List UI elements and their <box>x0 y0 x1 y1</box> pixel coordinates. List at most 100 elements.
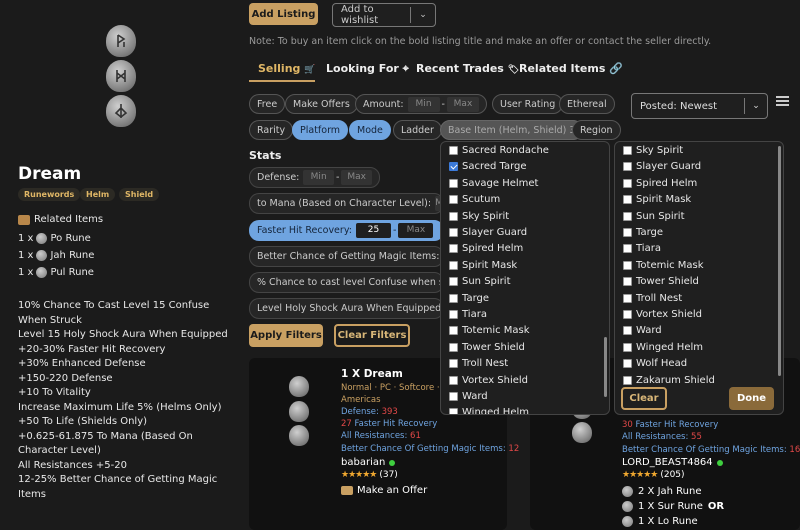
stat-filter-holy-shock[interactable]: Level Holy Shock Aura When Equipped: Min <box>249 298 444 319</box>
base-item-option[interactable]: Scutum <box>449 194 500 205</box>
rune-name[interactable]: Po Rune <box>50 233 90 244</box>
base-item-option[interactable]: Tower Shield <box>623 276 699 287</box>
base-item-option[interactable]: Troll Nest <box>449 358 508 369</box>
checkbox[interactable] <box>623 260 632 270</box>
base-item-option[interactable]: Slayer Guard <box>449 227 527 238</box>
stat-filter-mana[interactable]: to Mana (Based on Character Level): Min <box>249 193 444 214</box>
filter-base-item[interactable]: Base Item (Helm, Shield) 3 <box>440 120 584 140</box>
list-view-icon[interactable] <box>776 96 789 108</box>
filter-amount[interactable]: Amount: Min - Max <box>355 94 487 114</box>
checkbox[interactable] <box>449 260 458 270</box>
base-item-option[interactable]: Totemic Mask <box>449 325 530 336</box>
filter-rarity[interactable]: Rarity <box>249 120 294 140</box>
scrollbar[interactable] <box>604 337 607 397</box>
checkbox[interactable] <box>449 195 458 205</box>
checkbox[interactable] <box>623 211 632 221</box>
dropdown-clear-button[interactable]: Clear <box>621 387 667 410</box>
base-item-option[interactable]: Sacred Rondache <box>449 145 549 156</box>
base-item-option[interactable]: Winged Helm <box>623 342 703 353</box>
base-item-option[interactable]: Savage Helmet <box>449 178 538 189</box>
seller-name[interactable]: LORD_BEAST4864 <box>622 457 713 468</box>
checkbox[interactable] <box>623 293 632 303</box>
checkbox[interactable] <box>449 326 458 336</box>
checkbox[interactable] <box>623 195 632 205</box>
tab-selling[interactable]: Selling 🛒 <box>258 62 315 75</box>
base-item-option[interactable]: Totemic Mask <box>623 260 704 271</box>
checkbox[interactable] <box>449 392 458 401</box>
checkbox[interactable] <box>449 277 458 287</box>
base-item-option[interactable]: Spired Helm <box>623 178 697 189</box>
base-item-dropdown-panel[interactable]: Sky Spirit Slayer Guard Spired Helm Spirit … <box>614 141 784 415</box>
checkbox[interactable] <box>449 244 458 254</box>
checkbox[interactable] <box>623 375 632 385</box>
base-item-option[interactable]: Winged Helm <box>449 407 529 414</box>
base-item-option[interactable]: Spirit Mask <box>623 194 691 205</box>
checkbox[interactable] <box>449 211 458 221</box>
base-item-option[interactable]: Vortex Shield <box>449 375 528 386</box>
base-item-option[interactable]: Wolf Head <box>623 358 687 369</box>
related-rune-item[interactable]: 1 x Po Rune <box>18 233 91 244</box>
base-item-option[interactable]: Spirit Mask <box>449 260 517 271</box>
stat-min-input[interactable]: Min <box>303 170 334 185</box>
filter-mode[interactable]: Mode <box>349 120 391 140</box>
scrollbar[interactable] <box>778 146 781 376</box>
make-offer-button[interactable]: Make an Offer <box>341 485 427 496</box>
amount-min-input[interactable]: Min <box>407 96 440 112</box>
filter-user-rating[interactable]: User Rating <box>492 94 564 114</box>
stat-filter-magic-find[interactable]: Better Chance of Getting Magic Items: Mi… <box>249 246 444 267</box>
checkbox[interactable] <box>623 310 632 319</box>
base-item-option[interactable]: Sky Spirit <box>623 145 683 156</box>
checkbox[interactable] <box>623 277 632 287</box>
related-rune-item[interactable]: 1 x Jah Rune <box>18 250 94 261</box>
checkbox[interactable] <box>449 375 458 385</box>
tab-looking-for[interactable]: Looking For ⌖ <box>326 62 409 76</box>
checkbox[interactable] <box>623 162 632 172</box>
base-item-dropdown-list[interactable]: Sacred Rondache Sacred Targe Savage Helmet… <box>440 141 610 415</box>
checkbox[interactable] <box>623 244 632 254</box>
seller[interactable]: LORD_BEAST4864 <box>622 457 723 468</box>
checkbox[interactable] <box>623 342 632 352</box>
seller-name[interactable]: babarian <box>341 457 385 468</box>
related-rune-item[interactable]: 1 x Pul Rune <box>18 267 94 278</box>
base-item-option[interactable]: Zakarum Shield <box>623 375 715 386</box>
checkbox[interactable] <box>623 326 632 336</box>
base-item-option[interactable]: Sky Spirit <box>449 211 509 222</box>
filter-ladder[interactable]: Ladder <box>393 120 442 140</box>
filter-ethereal[interactable]: Ethereal <box>559 94 615 114</box>
base-item-option[interactable]: Targe <box>449 293 489 304</box>
base-item-option[interactable]: Ward <box>449 391 488 402</box>
rune-name[interactable]: Pul Rune <box>50 267 93 278</box>
base-item-option[interactable]: Tiara <box>449 309 487 320</box>
checkbox[interactable] <box>623 178 632 188</box>
base-item-option[interactable]: Sun Spirit <box>449 276 511 287</box>
clear-filters-button[interactable]: Clear Filters <box>334 324 410 347</box>
tab-related-items[interactable]: Related Items 🔗 <box>519 62 623 75</box>
sort-select[interactable]: Posted: Newest ⌄ <box>631 93 768 119</box>
filter-platform[interactable]: Platform <box>292 120 349 140</box>
checkbox[interactable] <box>623 228 632 237</box>
filter-free[interactable]: Free <box>249 94 286 114</box>
base-item-option[interactable]: Targe <box>623 227 663 238</box>
base-item-option[interactable]: Sun Spirit <box>623 211 685 222</box>
tag-runewords[interactable]: Runewords <box>18 188 81 201</box>
apply-filters-button[interactable]: Apply Filters <box>249 324 323 347</box>
base-item-option[interactable]: Vortex Shield <box>623 309 702 320</box>
stat-filter-confuse[interactable]: % Chance to cast level Confuse when stru… <box>249 272 444 293</box>
checkbox[interactable] <box>449 146 458 155</box>
base-item-option[interactable]: Troll Nest <box>623 293 682 304</box>
base-item-option[interactable]: Spired Helm <box>449 243 523 254</box>
checkbox[interactable] <box>449 228 458 237</box>
listing-title[interactable]: 1 X Dream <box>341 368 403 380</box>
checkbox[interactable] <box>623 359 632 369</box>
stat-filter-defense[interactable]: Defense: Min - Max <box>249 167 380 188</box>
amount-max-input[interactable]: Max <box>446 96 479 112</box>
checkbox[interactable] <box>449 408 458 414</box>
checkbox[interactable] <box>449 359 458 369</box>
stat-max-input[interactable]: Max <box>341 170 372 185</box>
filter-region[interactable]: Region <box>572 120 621 140</box>
stat-min-input[interactable]: 25 <box>355 223 391 238</box>
tab-recent-trades[interactable]: Recent Trades 🏷 <box>416 62 519 75</box>
add-listing-button[interactable]: Add Listing <box>249 3 318 25</box>
stat-max-input[interactable]: Max <box>398 223 434 238</box>
base-item-option[interactable]: Slayer Guard <box>623 161 701 172</box>
